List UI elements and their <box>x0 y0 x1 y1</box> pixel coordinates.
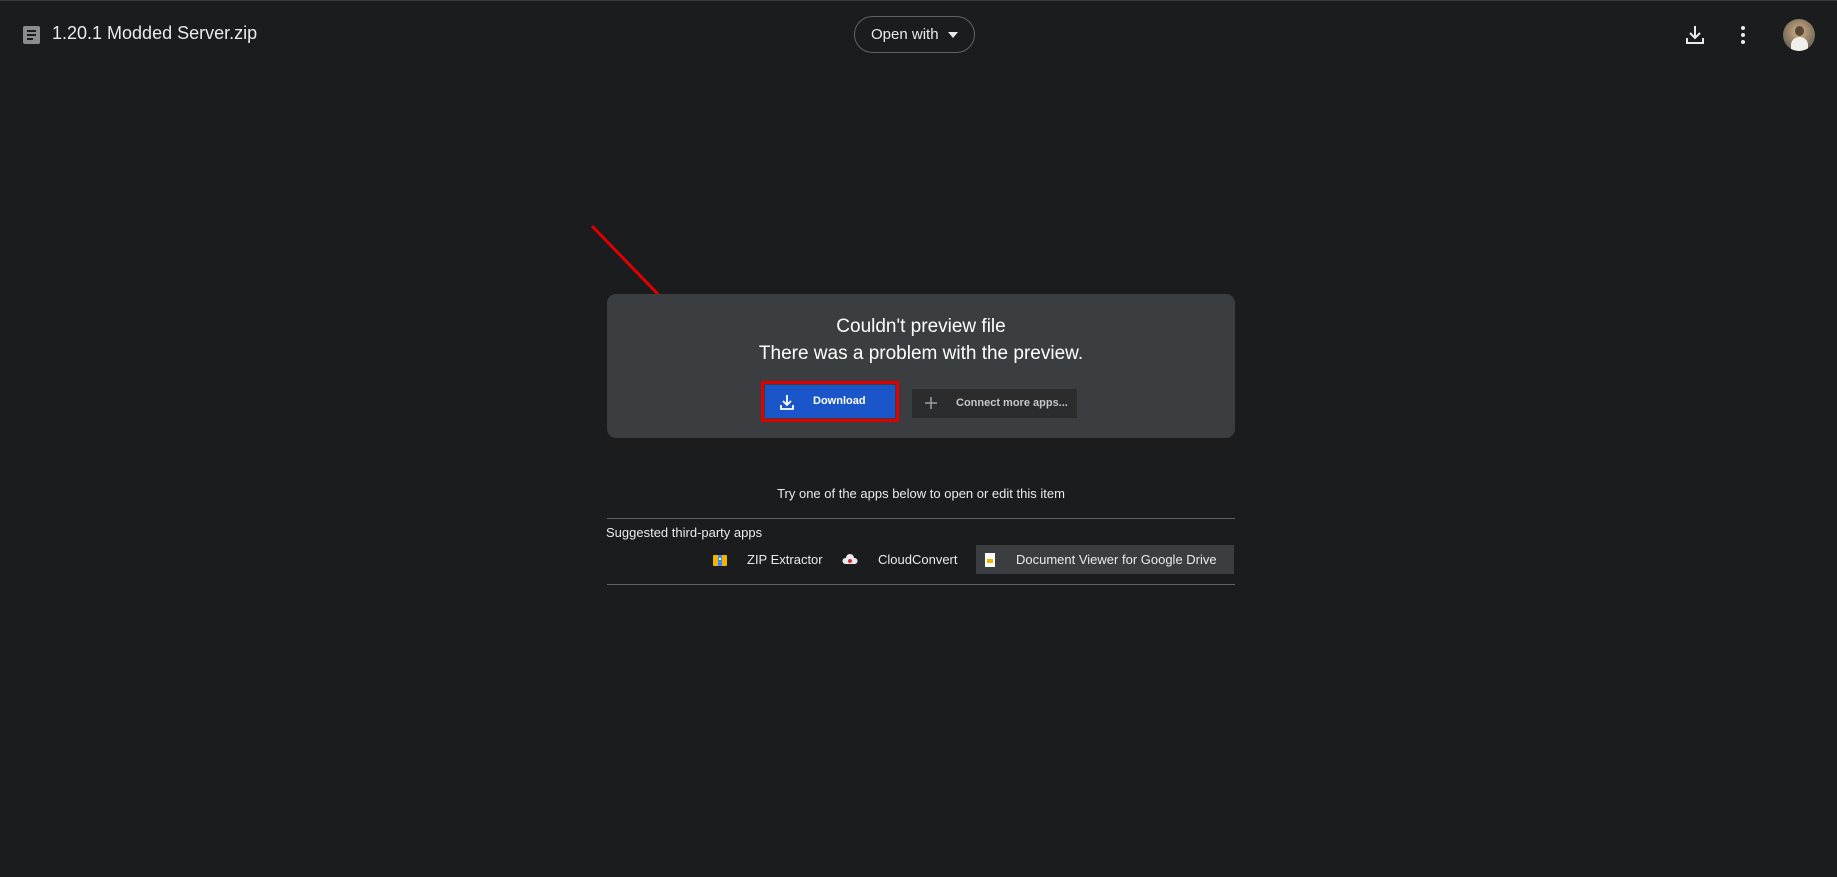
zip-extractor-icon <box>713 555 727 566</box>
divider <box>607 518 1235 519</box>
preview-error-title: Couldn't preview file <box>836 316 1006 337</box>
app-cloudconvert[interactable]: CloudConvert <box>836 545 966 574</box>
connect-more-apps-label: Connect more apps... <box>956 397 1068 409</box>
top-bar: 1.20.1 Modded Server.zip Open with <box>0 0 1837 67</box>
download-button-label: Download <box>813 395 866 407</box>
cloudconvert-icon <box>842 554 858 564</box>
preview-error-card: Couldn't preview file There was a proble… <box>607 294 1235 438</box>
app-document-viewer[interactable]: Document Viewer for Google Drive <box>976 545 1234 574</box>
file-title: 1.20.1 Modded Server.zip <box>52 23 258 43</box>
preview-error-message: There was a problem with the preview. <box>758 343 1084 364</box>
annotation-arrow <box>590 224 747 386</box>
app-label: CloudConvert <box>878 552 958 567</box>
avatar-head <box>1795 26 1804 36</box>
download-icon <box>780 395 794 410</box>
app-label: Document Viewer for Google Drive <box>1016 552 1217 567</box>
avatar-body <box>1791 37 1808 51</box>
document-viewer-icon <box>985 553 995 567</box>
divider <box>607 584 1235 585</box>
open-with-label: Open with <box>871 26 939 43</box>
zip-file-icon <box>23 26 40 44</box>
caret-down-icon <box>948 32 958 38</box>
more-vert-icon[interactable] <box>1731 23 1755 47</box>
download-button[interactable]: Download <box>761 381 899 422</box>
download-icon[interactable] <box>1683 23 1707 47</box>
try-apps-prompt: Try one of the apps below to open or edi… <box>777 486 1065 501</box>
open-with-button[interactable]: Open with <box>854 16 975 53</box>
account-avatar[interactable] <box>1783 19 1815 51</box>
app-label: ZIP Extractor <box>747 552 823 567</box>
suggested-apps-heading: Suggested third-party apps <box>606 525 763 540</box>
plus-icon <box>925 397 937 409</box>
connect-more-apps-button[interactable]: Connect more apps... <box>912 389 1077 418</box>
app-zip-extractor[interactable]: ZIP Extractor <box>706 545 830 574</box>
